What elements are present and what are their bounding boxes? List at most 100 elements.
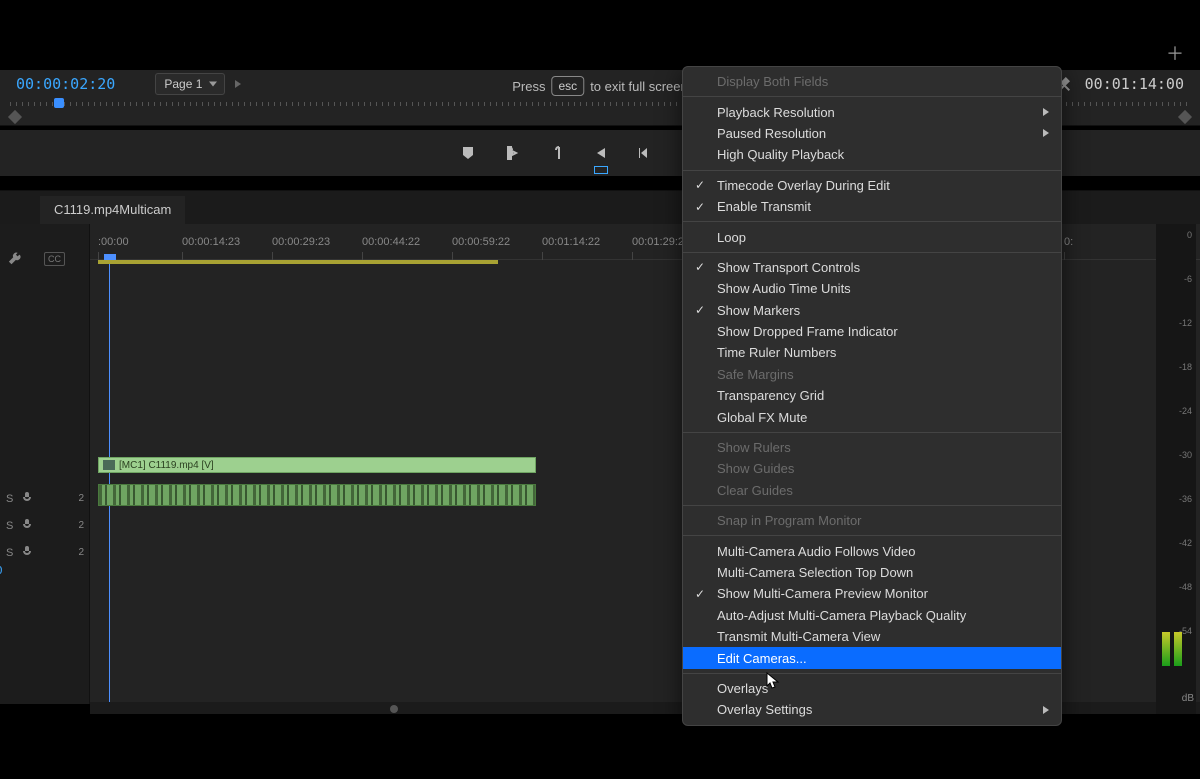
db-tick-label: -48 (1179, 582, 1192, 592)
hscroll-thumb[interactable] (390, 705, 398, 713)
track-output-indicator: 0 (0, 564, 3, 577)
menu-item[interactable]: Loop (683, 226, 1061, 247)
db-tick-label: -12 (1179, 318, 1192, 328)
menu-item[interactable]: Edit Cameras... (683, 647, 1061, 668)
time-ruler-label: 00:00:44:22 (362, 236, 420, 248)
mic-icon[interactable] (21, 518, 33, 533)
program-monitor-context-menu: Display Both Fields Playback ResolutionPa… (682, 66, 1062, 726)
meter-bar-left (1162, 632, 1170, 666)
menu-item[interactable]: Global FX Mute (683, 406, 1061, 427)
fs-press: Press (512, 79, 545, 94)
page-next-icon[interactable] (235, 80, 241, 88)
menu-item[interactable]: Show Dropped Frame Indicator (683, 321, 1061, 342)
fullscreen-notice: Press esc to exit full screen (512, 76, 687, 96)
mic-icon[interactable] (21, 545, 33, 560)
time-ruler-label: 00:01:14:22 (542, 236, 600, 248)
menu-item: Clear Guides (683, 480, 1061, 501)
menu-separator (683, 432, 1061, 433)
menu-item: Safe Margins (683, 364, 1061, 385)
menu-separator (683, 170, 1061, 171)
mark-in-button[interactable] (503, 144, 521, 162)
meter-bar-right (1174, 632, 1182, 666)
timecode-in[interactable]: 00:00:02:20 (16, 75, 115, 93)
solo-toggle[interactable]: S (6, 520, 13, 532)
solo-toggle[interactable]: S (6, 547, 13, 559)
sequence-tab[interactable]: C1119.mp4Multicam (40, 196, 185, 224)
db-unit-label: dB (1182, 693, 1194, 704)
menu-separator (683, 96, 1061, 97)
page-selector[interactable]: Page 1 (155, 73, 225, 95)
mini-in-point-icon[interactable] (8, 110, 22, 124)
menu-item[interactable]: Timecode Overlay During Edit (683, 175, 1061, 196)
solo-toggle[interactable]: S (6, 493, 13, 505)
menu-item[interactable]: Time Ruler Numbers (683, 342, 1061, 363)
audio-meter: 0-6-12-18-24-30-36-42-48-54 dB (1156, 224, 1196, 714)
playhead-line (109, 256, 110, 704)
clip-thumb-icon (103, 460, 115, 470)
menu-item[interactable]: Transmit Multi-Camera View (683, 626, 1061, 647)
audio-track-header[interactable]: S2 (0, 486, 90, 511)
menu-item[interactable]: Multi-Camera Audio Follows Video (683, 540, 1061, 561)
add-button[interactable]: ＋ (1166, 40, 1184, 66)
menu-item[interactable]: High Quality Playback (683, 144, 1061, 165)
db-tick-label: -24 (1179, 406, 1192, 416)
menu-item: Snap in Program Monitor (683, 510, 1061, 531)
menu-item[interactable]: Multi-Camera Selection Top Down (683, 562, 1061, 583)
mic-icon[interactable] (21, 491, 33, 506)
db-scale: 0-6-12-18-24-30-36-42-48-54 (1164, 230, 1194, 674)
menu-item[interactable]: Show Audio Time Units (683, 278, 1061, 299)
menu-separator (683, 535, 1061, 536)
timeline-settings-wrench-icon[interactable] (8, 252, 22, 266)
menu-item[interactable]: Transparency Grid (683, 385, 1061, 406)
clip-label: [MC1] C1119.mp4 [V] (119, 460, 214, 471)
menu-item[interactable]: Enable Transmit (683, 196, 1061, 217)
audio-track-header[interactable]: S2 (0, 513, 90, 538)
menu-item[interactable]: Show Markers (683, 300, 1061, 321)
record-indicator-icon (594, 166, 608, 174)
track-number: 2 (78, 493, 84, 504)
fs-esc-key: esc (552, 76, 585, 96)
fs-rest: to exit full screen (590, 79, 688, 94)
menu-item[interactable]: Playback Resolution (683, 101, 1061, 122)
time-ruler-label: 00:00:14:23 (182, 236, 240, 248)
menu-item[interactable]: Overlay Settings (683, 699, 1061, 720)
menu-item: Display Both Fields (683, 71, 1061, 92)
mini-out-point-icon[interactable] (1178, 110, 1192, 124)
mark-out-button[interactable] (547, 144, 565, 162)
mouse-cursor-icon (766, 672, 780, 690)
db-tick-label: -36 (1179, 494, 1192, 504)
timecode-out[interactable]: 00:01:14:00 (1085, 75, 1184, 93)
menu-item[interactable]: Paused Resolution (683, 123, 1061, 144)
time-ruler-label: 00:00:59:22 (452, 236, 510, 248)
db-tick-label: -42 (1179, 538, 1192, 548)
menu-item[interactable]: Overlays (683, 678, 1061, 699)
track-number: 2 (78, 547, 84, 558)
go-to-in-button[interactable] (591, 144, 609, 162)
menu-item: Show Rulers (683, 437, 1061, 458)
time-ruler-label: :00:00 (98, 236, 129, 248)
time-ruler-label: 00:00:29:23 (272, 236, 330, 248)
audio-clip[interactable] (98, 484, 536, 506)
db-tick-label: -6 (1184, 274, 1192, 284)
time-ruler-label: 0: (1064, 236, 1073, 248)
menu-separator (683, 505, 1061, 506)
menu-item: Show Guides (683, 458, 1061, 479)
menu-separator (683, 252, 1061, 253)
track-header-column: CC S2S2S2 0 (0, 224, 90, 704)
audio-track-header[interactable]: S2 (0, 540, 90, 565)
video-clip[interactable]: [MC1] C1119.mp4 [V] (98, 457, 536, 473)
menu-separator (683, 221, 1061, 222)
db-tick-label: -18 (1179, 362, 1192, 372)
mini-playhead-icon[interactable] (54, 98, 64, 108)
menu-separator (683, 673, 1061, 674)
menu-item[interactable]: Show Multi-Camera Preview Monitor (683, 583, 1061, 604)
add-marker-button[interactable] (459, 144, 477, 162)
cc-badge[interactable]: CC (44, 252, 65, 266)
work-area-bar[interactable] (98, 260, 498, 264)
db-tick-label: 0 (1187, 230, 1192, 240)
menu-item[interactable]: Auto-Adjust Multi-Camera Playback Qualit… (683, 605, 1061, 626)
waveform-icon (99, 485, 535, 505)
db-tick-label: -30 (1179, 450, 1192, 460)
step-back-button[interactable] (635, 144, 653, 162)
menu-item[interactable]: Show Transport Controls (683, 257, 1061, 278)
